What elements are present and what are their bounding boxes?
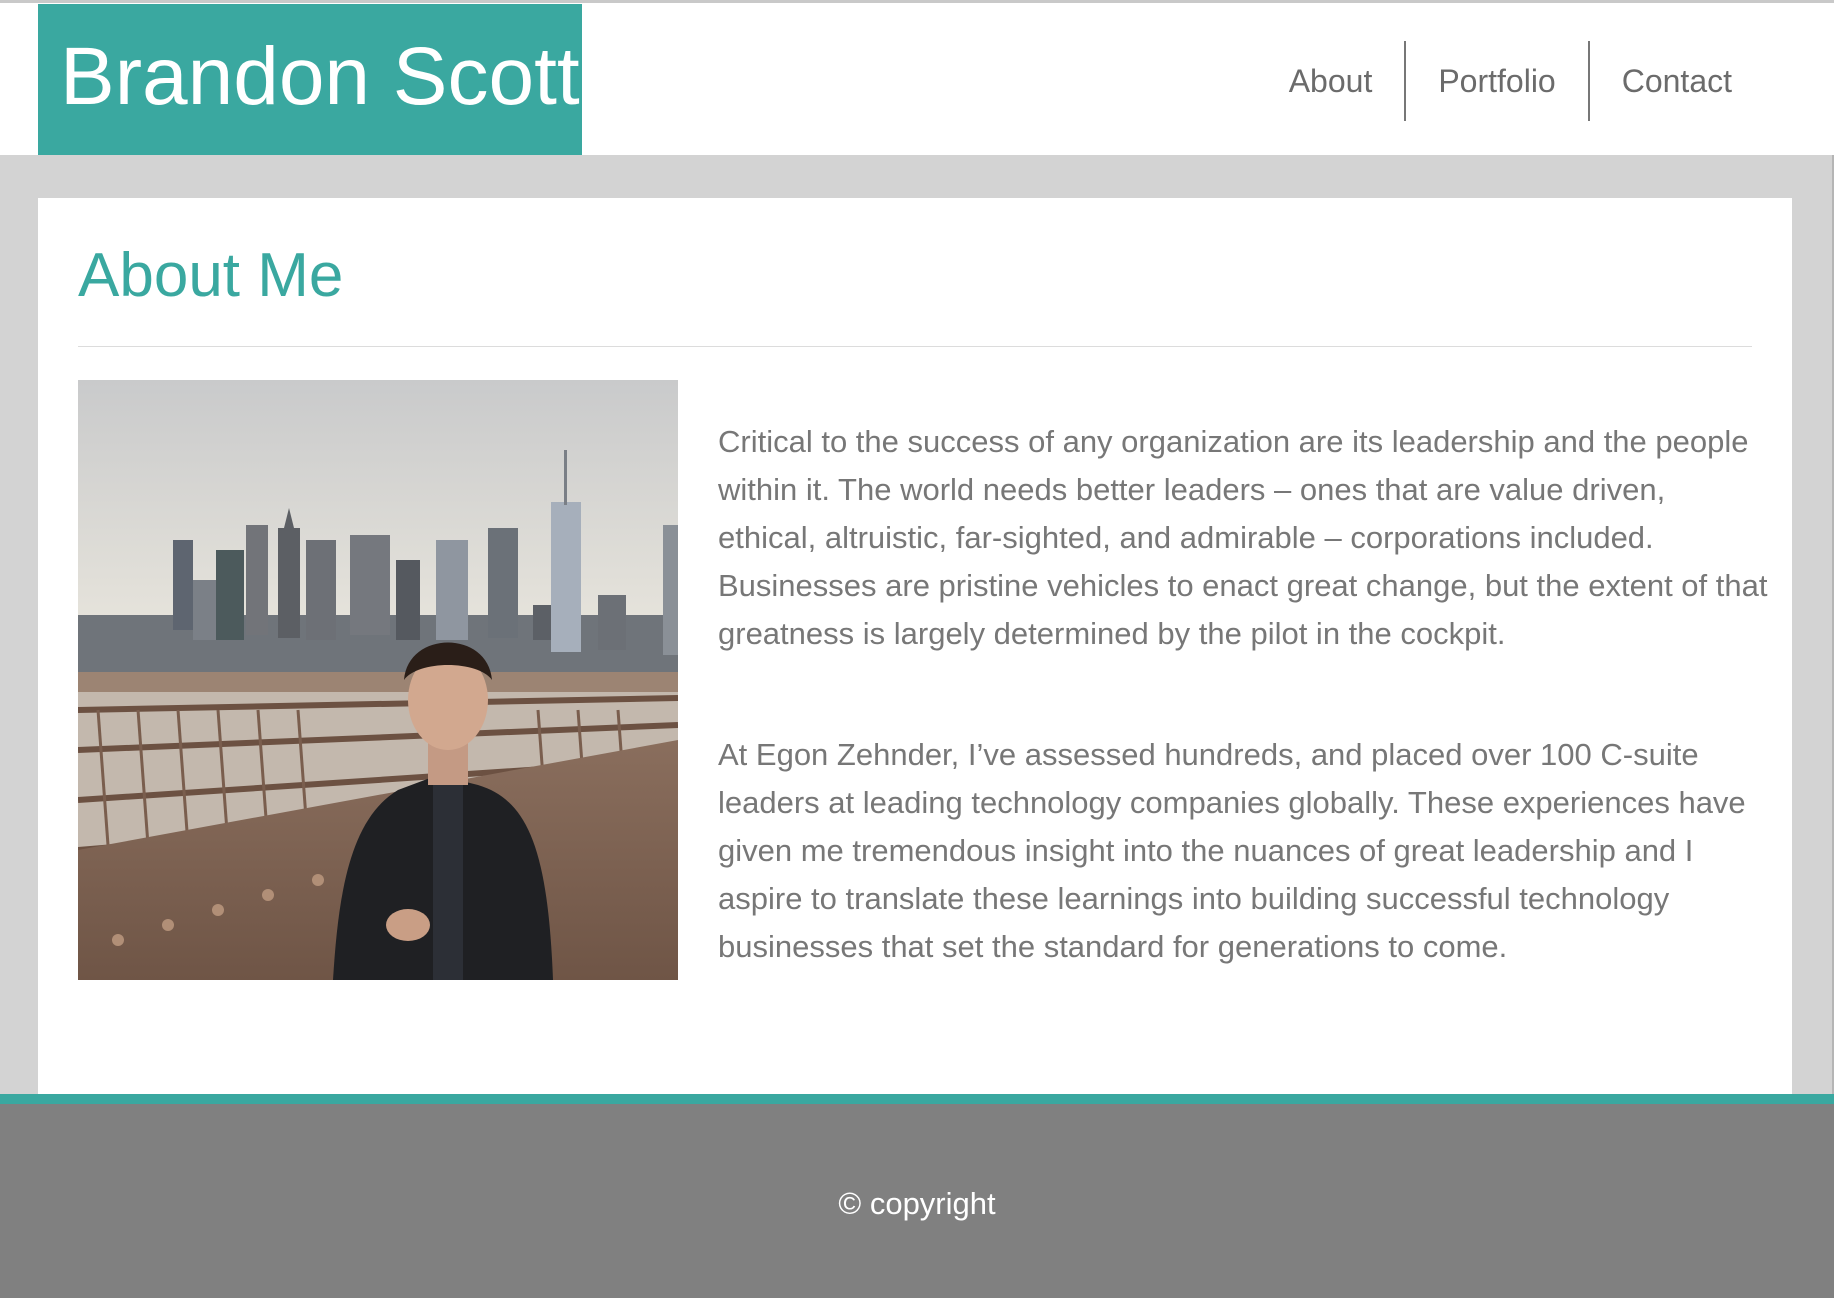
nav-link-about[interactable]: About	[1257, 41, 1405, 121]
about-text: Critical to the success of any organizat…	[718, 418, 1768, 1044]
profile-photo	[78, 380, 678, 980]
main-nav: About Portfolio Contact	[1257, 40, 1764, 122]
about-paragraph: At Egon Zehnder, I’ve assessed hundreds,…	[718, 737, 1746, 964]
site-logo-name[interactable]: Brandon Scott	[38, 4, 582, 155]
nav-link-portfolio[interactable]: Portfolio	[1406, 41, 1587, 121]
footer-accent-bar	[0, 1094, 1834, 1104]
nav-link-contact[interactable]: Contact	[1590, 41, 1764, 121]
site-footer: © copyright	[0, 1104, 1834, 1298]
title-divider	[78, 346, 1752, 347]
about-section: About Me Critical to the success of any …	[38, 198, 1792, 1094]
page-title: About Me	[78, 241, 344, 310]
about-paragraph: Critical to the success of any organizat…	[718, 424, 1768, 651]
site-header: Brandon Scott About Portfolio Contact	[0, 3, 1834, 155]
copyright-text: © copyright	[838, 1186, 996, 1221]
